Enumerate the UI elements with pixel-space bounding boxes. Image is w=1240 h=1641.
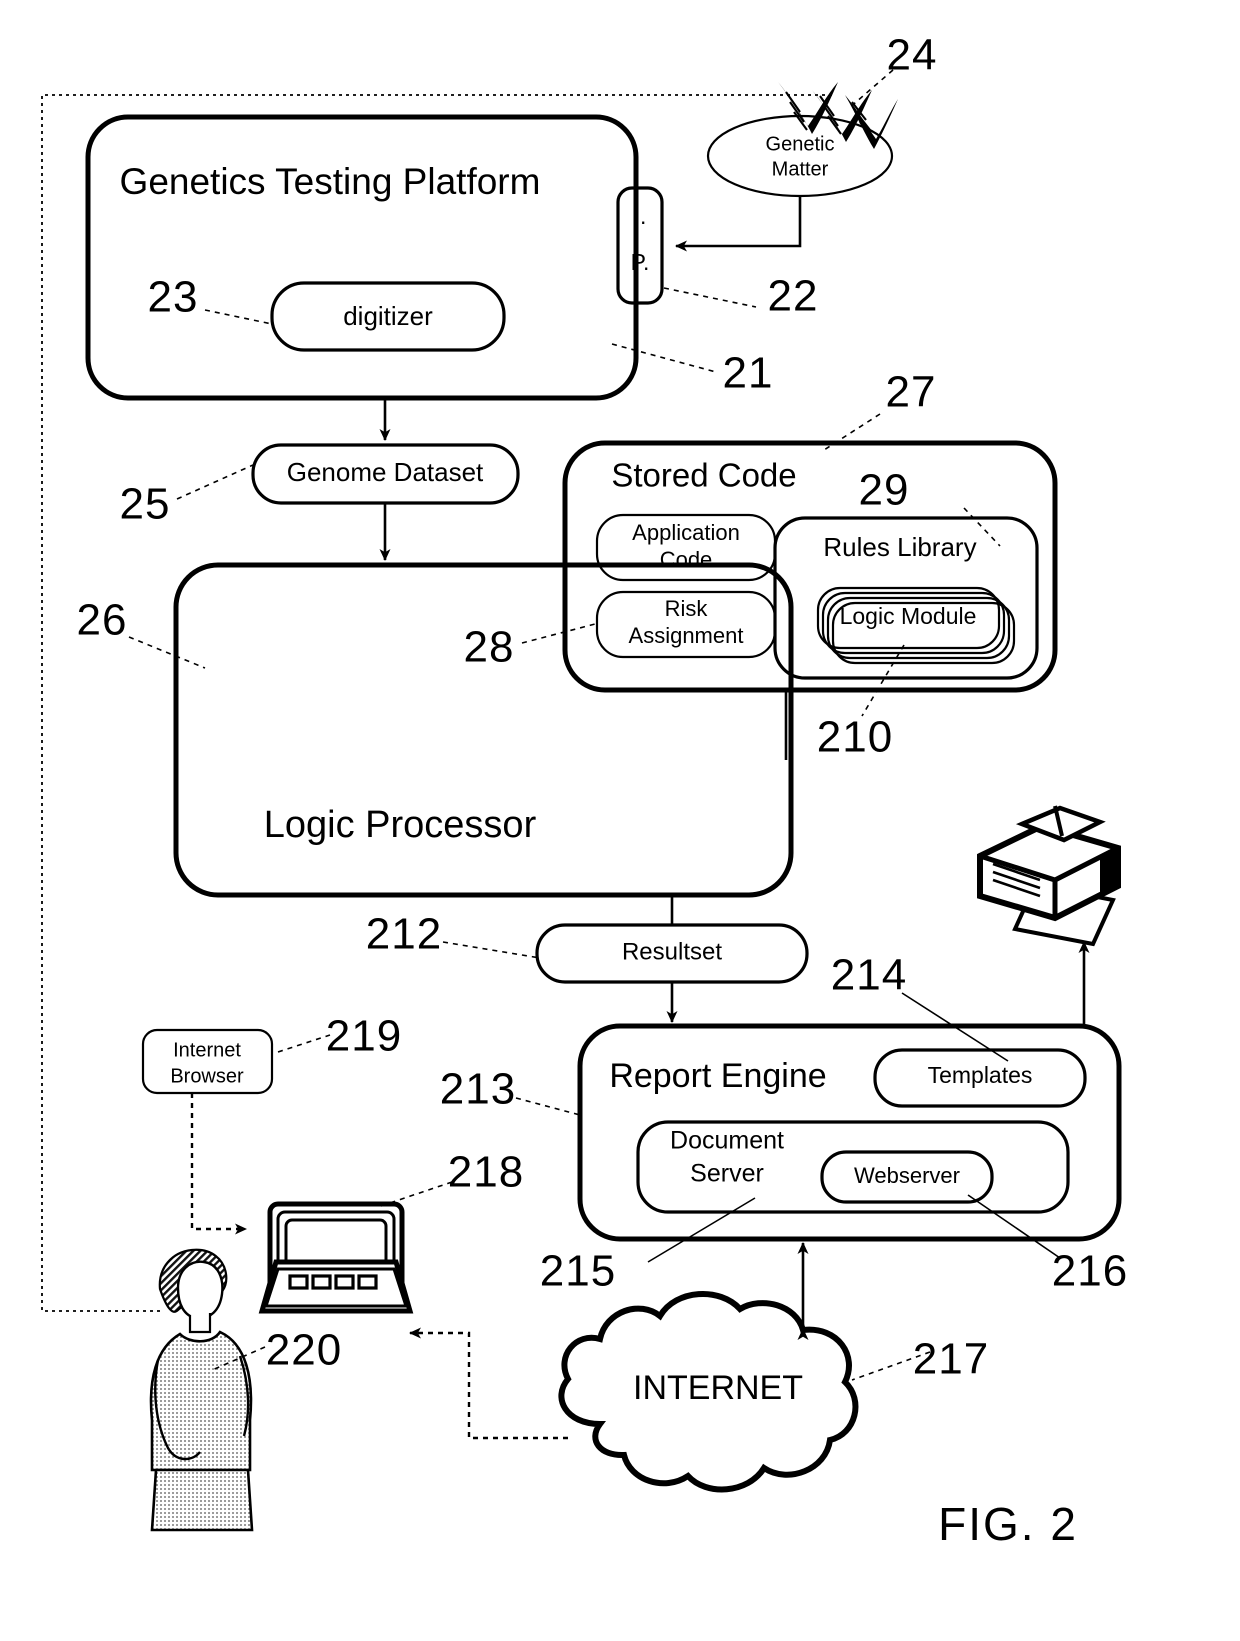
rules-library-label: Rules Library xyxy=(823,532,976,562)
document-server-label-line1: Document xyxy=(670,1127,784,1155)
application-code-label-line1: Application xyxy=(632,520,740,545)
ref-27: 27 xyxy=(886,368,937,417)
document-server-label-line2: Server xyxy=(690,1160,764,1188)
printer-icon xyxy=(977,805,1121,947)
genetic-matter-label-line1: Genetic xyxy=(766,133,835,155)
figure-canvas: Genetics Testing Platform digitizer I. P… xyxy=(0,0,1240,1641)
ref-214: 214 xyxy=(831,951,907,1000)
ref-217: 217 xyxy=(913,1335,989,1384)
digitizer-label: digitizer xyxy=(343,301,433,331)
leader-23 xyxy=(204,309,273,325)
internet-label: INTERNET xyxy=(633,1369,803,1407)
genetics-testing-platform-label: Genetics Testing Platform xyxy=(120,161,541,202)
application-code-label-line2: Code xyxy=(660,547,713,572)
ref-218: 218 xyxy=(448,1148,524,1197)
ref-212: 212 xyxy=(366,910,442,959)
ref-28: 28 xyxy=(464,623,515,672)
ref-216: 216 xyxy=(1052,1247,1128,1296)
logic-processor-label: Logic Processor xyxy=(264,804,537,846)
ref-23: 23 xyxy=(148,273,199,322)
leader-216 xyxy=(967,1194,1061,1259)
person-icon xyxy=(149,1248,254,1532)
genetic-matter-to-port-arrow xyxy=(675,196,802,252)
leader-210 xyxy=(861,644,905,717)
ref-25: 25 xyxy=(120,480,171,529)
resultset-label: Resultset xyxy=(622,938,722,965)
leader-212 xyxy=(442,941,541,959)
risk-assignment-label-line1: Risk xyxy=(665,596,709,621)
stored-code-label: Stored Code xyxy=(611,457,796,494)
leader-21 xyxy=(611,343,717,373)
leader-219 xyxy=(277,1034,331,1053)
leader-215 xyxy=(647,1197,756,1263)
patent-diagram: Genetics Testing Platform digitizer I. P… xyxy=(41,31,1128,1550)
leader-22 xyxy=(663,287,757,308)
ref-22: 22 xyxy=(768,272,819,321)
reference-numerals: 24 22 23 21 27 29 25 26 28 210 212 214 2… xyxy=(77,31,1128,1384)
genome-dataset-label: Genome Dataset xyxy=(287,457,484,487)
logic-module-label: Logic Module xyxy=(840,603,977,629)
webserver-label: Webserver xyxy=(854,1163,960,1188)
genetic-matter-label-line2: Matter xyxy=(772,158,829,180)
figure-caption: FIG. 2 xyxy=(938,1498,1078,1550)
internet-browser-label-line2: Browser xyxy=(170,1065,244,1087)
ref-24: 24 xyxy=(887,31,938,80)
leader-28 xyxy=(521,622,600,644)
leader-213 xyxy=(515,1097,581,1116)
desktop-computer-icon[interactable] xyxy=(258,1201,414,1314)
internet-browser-label-line1: Internet xyxy=(173,1039,241,1061)
input-port-label-line2: P. xyxy=(631,249,650,275)
ref-220: 220 xyxy=(266,1326,342,1375)
leader-25 xyxy=(176,464,254,500)
ref-29: 29 xyxy=(859,466,910,515)
risk-assignment-label-line2: Assignment xyxy=(629,623,744,648)
browser-to-computer-arrow xyxy=(190,1093,247,1235)
leader-26 xyxy=(128,636,206,669)
ref-21: 21 xyxy=(723,349,774,398)
ref-210: 210 xyxy=(817,713,893,762)
ref-215: 215 xyxy=(540,1247,616,1296)
ref-213: 213 xyxy=(440,1065,516,1114)
internet-to-computer-arrow xyxy=(409,1327,568,1440)
ref-219: 219 xyxy=(326,1012,402,1061)
genetics-testing-platform-box[interactable] xyxy=(85,114,639,401)
report-engine-label: Report Engine xyxy=(609,1057,826,1095)
ref-26: 26 xyxy=(77,596,128,645)
input-port-label-line1: I. xyxy=(634,203,647,229)
templates-label: Templates xyxy=(928,1062,1033,1088)
